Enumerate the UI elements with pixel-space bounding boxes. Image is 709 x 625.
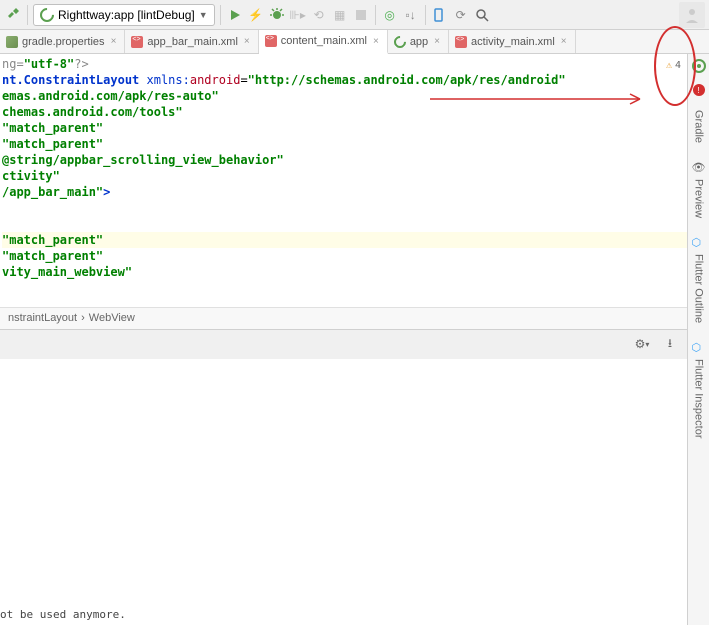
- attach-debugger-icon[interactable]: ⟲: [310, 6, 328, 24]
- close-icon[interactable]: ×: [371, 36, 381, 47]
- code-line: "match_parent": [2, 136, 687, 152]
- profile-icon[interactable]: ⊪▸: [289, 6, 307, 24]
- code-line: "match_parent": [2, 248, 687, 264]
- close-icon[interactable]: ×: [242, 36, 252, 47]
- avd-manager-icon[interactable]: ◎: [381, 6, 399, 24]
- breadcrumbs[interactable]: nstraintLayout › WebView: [0, 307, 687, 329]
- error-badge-icon[interactable]: !: [693, 84, 705, 96]
- close-icon[interactable]: ×: [432, 36, 442, 47]
- flutter-icon: ⬡: [692, 236, 706, 250]
- device-manager-icon[interactable]: [431, 6, 449, 24]
- code-line: emas.android.com/apk/res-auto": [2, 88, 687, 104]
- gear-icon[interactable]: ⚙▾: [633, 335, 651, 353]
- xml-file-icon: [131, 36, 143, 48]
- debug-icon[interactable]: [268, 6, 286, 24]
- warning-count: 4: [675, 58, 681, 74]
- xml-file-icon: [265, 35, 277, 47]
- code-line: "match_parent": [2, 120, 687, 136]
- code-line: @string/appbar_scrolling_view_behavior": [2, 152, 687, 168]
- tab-app-bar-main[interactable]: app_bar_main.xml×: [125, 30, 258, 53]
- output-message: ot be used anymore.: [0, 608, 126, 621]
- sidebar-tab-preview[interactable]: 👁Preview: [692, 157, 706, 222]
- code-line: ctivity": [2, 168, 687, 184]
- breadcrumb-item[interactable]: nstraintLayout: [8, 312, 77, 324]
- close-icon[interactable]: ×: [109, 36, 119, 47]
- hammer-icon[interactable]: [4, 6, 22, 24]
- coverage-icon[interactable]: ▦: [331, 6, 349, 24]
- inspection-widget[interactable]: ⚠ 4: [666, 58, 681, 74]
- flutter-icon: ⬡: [692, 341, 706, 355]
- gradle-file-icon: [6, 36, 18, 48]
- tab-content-main[interactable]: content_main.xml×: [259, 30, 388, 54]
- main-toolbar: Righttway:app [lintDebug] ▼ ⚡ ⊪▸ ⟲ ▦ ◎ ▫…: [0, 0, 709, 30]
- code-line: nt.ConstraintLayout xmlns:android="http:…: [2, 72, 687, 88]
- stop-icon[interactable]: [352, 6, 370, 24]
- apply-changes-icon[interactable]: ⚡: [247, 6, 265, 24]
- code-line: vity_main_webview": [2, 264, 687, 280]
- download-icon[interactable]: ⭳: [661, 335, 679, 353]
- module-icon: [391, 33, 408, 50]
- code-line: [2, 296, 687, 307]
- code-line: [2, 200, 687, 216]
- code-line: chemas.android.com/tools": [2, 104, 687, 120]
- code-line: ng="utf-8"?>: [2, 56, 687, 72]
- editor-pane: ng="utf-8"?> nt.ConstraintLayout xmlns:a…: [0, 54, 687, 625]
- tab-activity-main[interactable]: activity_main.xml×: [449, 30, 576, 53]
- gradle-tool-icon[interactable]: [691, 58, 707, 74]
- sidebar-tab-gradle[interactable]: Gradle: [693, 106, 705, 147]
- loading-icon: [37, 5, 57, 25]
- tab-app[interactable]: app×: [388, 30, 449, 53]
- eye-icon: 👁: [692, 161, 706, 175]
- main-area: ng="utf-8"?> nt.ConstraintLayout xmlns:a…: [0, 54, 709, 625]
- search-icon[interactable]: [473, 6, 491, 24]
- run-config-selector[interactable]: Righttway:app [lintDebug] ▼: [33, 4, 215, 26]
- separator: [425, 5, 426, 25]
- separator: [375, 5, 376, 25]
- tab-gradle-properties[interactable]: gradle.properties×: [0, 30, 125, 53]
- run-icon[interactable]: [226, 6, 244, 24]
- sidebar-tab-flutter-outline[interactable]: ⬡Flutter Outline: [692, 232, 706, 327]
- right-sidebar: ! Gradle 👁Preview ⬡Flutter Outline ⬡Flut…: [687, 54, 709, 625]
- code-editor[interactable]: ng="utf-8"?> nt.ConstraintLayout xmlns:a…: [0, 54, 687, 307]
- warning-icon: ⚠: [666, 58, 672, 74]
- code-line: [2, 280, 687, 296]
- breadcrumb-separator: ›: [81, 312, 85, 324]
- code-line: "match_parent": [2, 232, 687, 248]
- xml-file-icon: [455, 36, 467, 48]
- breadcrumb-item[interactable]: WebView: [89, 312, 135, 324]
- editor-tabs: gradle.properties× app_bar_main.xml× con…: [0, 30, 709, 54]
- sync-icon[interactable]: ⟳: [452, 6, 470, 24]
- separator: [27, 5, 28, 25]
- sdk-manager-icon[interactable]: ▫↓: [402, 6, 420, 24]
- run-config-label: Righttway:app [lintDebug]: [58, 8, 195, 22]
- bottom-panel-toolbar: ⚙▾ ⭳: [0, 329, 687, 359]
- close-icon[interactable]: ×: [559, 36, 569, 47]
- separator: [220, 5, 221, 25]
- bottom-panel: ot be used anymore.: [0, 359, 687, 625]
- code-line: [2, 216, 687, 232]
- user-avatar[interactable]: [679, 2, 705, 28]
- sidebar-tab-flutter-inspector[interactable]: ⬡Flutter Inspector: [692, 337, 706, 442]
- code-line: /app_bar_main">: [2, 184, 687, 200]
- chevron-down-icon: ▼: [199, 10, 208, 20]
